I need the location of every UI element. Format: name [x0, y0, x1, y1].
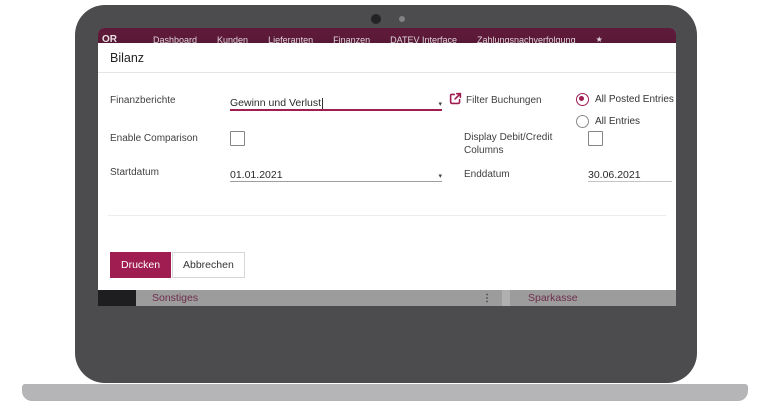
screen: OR Dashboard Kunden Lieferanten Finanzen… [98, 28, 676, 306]
menu-item-finanzen[interactable]: Finanzen [333, 35, 370, 43]
enable-comparison-checkbox[interactable] [230, 131, 245, 146]
enddatum-label: Enddatum [464, 169, 510, 180]
display-debit-credit-checkbox[interactable] [588, 131, 603, 146]
report-select-value: Gewinn und Verlust [230, 97, 321, 109]
startdatum-label: Startdatum [110, 167, 159, 178]
kebab-menu-icon: ⋮ [482, 293, 492, 304]
table-cell-sparkasse: Sparkasse [528, 292, 578, 304]
menu-item-lieferanten[interactable]: Lieferanten [268, 35, 313, 43]
laptop-frame: OR Dashboard Kunden Lieferanten Finanzen… [75, 5, 697, 383]
dialog-divider [108, 215, 666, 216]
menu-item-kunden[interactable]: Kunden [217, 35, 248, 43]
menu-item-dashboard[interactable]: Dashboard [153, 35, 197, 43]
enable-comparison-label: Enable Comparison [110, 133, 198, 144]
menu-item-zahlungsnachverfolgung[interactable]: Zahlungsnachverfolgung [477, 35, 576, 43]
filter-buchungen-label: Filter Buchungen [466, 95, 542, 106]
drucken-button[interactable]: Drucken [110, 252, 171, 278]
radio-unselected-icon [576, 115, 589, 128]
camera-dot-icon [371, 14, 381, 24]
text-cursor [322, 98, 323, 109]
favorites-star-icon[interactable]: ★ [596, 35, 603, 43]
app-topbar: OR Dashboard Kunden Lieferanten Finanzen… [98, 28, 676, 43]
table-column-separator [502, 290, 510, 306]
bilanz-dialog: Bilanz Finanzberichte Gewinn und Verlust… [98, 43, 676, 290]
abbrechen-button[interactable]: Abbrechen [172, 252, 245, 278]
dimmed-background-row: Sonstiges ⋮ Sparkasse [98, 290, 676, 306]
table-row: Sparkasse [510, 290, 676, 306]
radio-selected-icon [576, 93, 589, 106]
start-date-input[interactable]: 01.01.2021 ▾ [230, 163, 442, 182]
end-date-value: 30.06.2021 [588, 169, 641, 181]
camera-dot-small-icon [399, 16, 405, 22]
end-date-input[interactable]: 30.06.2021 [588, 163, 672, 182]
chevron-down-icon: ▾ [438, 172, 442, 181]
finanzberichte-label: Finanzberichte [110, 95, 176, 106]
external-link-icon[interactable] [449, 92, 462, 105]
radio-all-posted-entries-label: All Posted Entries [595, 94, 674, 105]
table-cell-sonstiges: Sonstiges [152, 292, 198, 304]
laptop-base [22, 384, 748, 401]
radio-all-posted-entries[interactable]: All Posted Entries [576, 93, 674, 106]
start-date-value: 01.01.2021 [230, 169, 283, 181]
radio-all-entries[interactable]: All Entries [576, 115, 640, 128]
app-logo: OR [102, 35, 117, 43]
chevron-down-icon: ▾ [438, 100, 442, 109]
dialog-header: Bilanz [98, 43, 676, 73]
menu-item-datev-interface[interactable]: DATEV Interface [390, 35, 457, 43]
report-select[interactable]: Gewinn und Verlust ▾ [230, 91, 442, 111]
dimmed-sidebar-block [98, 290, 136, 306]
radio-all-entries-label: All Entries [595, 116, 640, 127]
display-debit-credit-label: Display Debit/Credit Columns [464, 131, 576, 157]
table-row: Sonstiges ⋮ [136, 290, 502, 306]
dialog-title: Bilanz [98, 43, 676, 65]
